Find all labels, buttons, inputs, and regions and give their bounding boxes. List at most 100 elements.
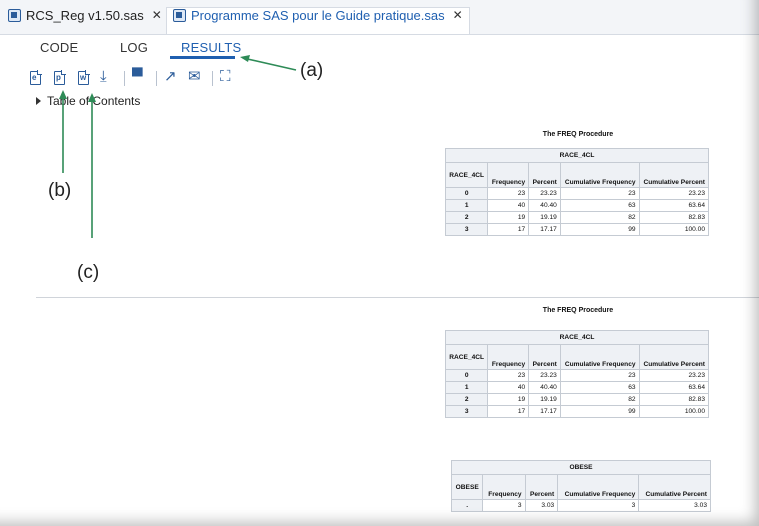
- toolbar-separator: [212, 70, 213, 86]
- fullscreen-icon[interactable]: ⛶: [220, 68, 236, 86]
- table-cell: 99: [559, 223, 640, 236]
- column-header: Cumulative Frequency: [559, 162, 640, 188]
- results-toolbar: e p w ⤓ ▀ ↗ ✉ ⛶: [28, 68, 244, 88]
- email-icon[interactable]: ✉: [188, 68, 204, 86]
- table-cell: 99: [559, 405, 640, 418]
- toolbar-separator: [156, 70, 157, 86]
- toolbar-separator: [124, 70, 125, 86]
- row-label: 1: [444, 199, 489, 212]
- table-cell: 23: [559, 187, 640, 200]
- table-cell: 19.19: [528, 211, 561, 224]
- column-header: Percent: [524, 474, 559, 500]
- table-variable-header: RACE_4CL: [445, 148, 709, 163]
- row-label: 0: [444, 369, 489, 382]
- view-tabs: CODE LOG RESULTS: [0, 36, 759, 58]
- section-divider: [36, 297, 759, 298]
- row-label: 2: [444, 393, 489, 406]
- tab-programme-sas[interactable]: Programme SAS pour le Guide pratique.sas…: [166, 7, 470, 34]
- column-header: Cumulative Percent: [638, 474, 711, 500]
- tab-log[interactable]: LOG: [120, 40, 148, 55]
- close-icon[interactable]: ✕: [453, 8, 463, 22]
- column-header: Cumulative Frequency: [559, 344, 640, 370]
- table-row: 0 23 23.23 23 23.23: [444, 187, 710, 200]
- row-label: .: [450, 499, 484, 512]
- rtf-doc-icon[interactable]: w: [76, 70, 92, 86]
- table-row: 1 40 40.40 63 63.64: [444, 199, 710, 212]
- tab-results[interactable]: RESULTS: [181, 40, 241, 55]
- table-cell: 63: [559, 381, 640, 394]
- table-row: . 3 3.03 3 3.03: [450, 499, 711, 512]
- column-header: Percent: [528, 344, 561, 370]
- table-row: 0 23 23.23 23 23.23: [444, 369, 710, 382]
- table-row: 1 40 40.40 63 63.64: [444, 381, 710, 394]
- html-doc-icon[interactable]: e: [28, 70, 44, 86]
- column-header: Cumulative Frequency: [557, 474, 640, 500]
- row-label: 1: [444, 381, 489, 394]
- freq-table-obese: OBESE OBESE Frequency Percent Cumulative…: [450, 460, 711, 512]
- table-cell: 63.64: [638, 381, 710, 394]
- table-cell: 3: [557, 499, 640, 512]
- procedure-title: The FREQ Procedure: [542, 307, 614, 314]
- sas-studio-window: RCS_Reg v1.50.sas ✕ Programme SAS pour l…: [0, 0, 759, 526]
- expand-icon[interactable]: ↗: [164, 68, 180, 86]
- table-cell: 100.00: [638, 223, 710, 236]
- table-cell: 19: [487, 393, 530, 406]
- sas-file-icon: [173, 9, 186, 22]
- row-label: 3: [444, 405, 489, 418]
- table-cell: 3.03: [638, 499, 711, 512]
- active-tab-indicator: [170, 56, 235, 59]
- row-label: 0: [444, 187, 489, 200]
- sas-file-icon: [8, 9, 21, 22]
- column-header: RACE_4CL: [444, 162, 489, 188]
- table-row: 2 19 19.19 82 82.83: [444, 211, 710, 224]
- column-header: OBESE: [450, 474, 484, 500]
- table-cell: 82: [559, 393, 640, 406]
- table-cell: 40: [487, 199, 530, 212]
- editor-tab-bar: RCS_Reg v1.50.sas ✕ Programme SAS pour l…: [0, 0, 759, 35]
- annotation-c-label: (c): [77, 262, 100, 283]
- table-cell: 3.03: [524, 499, 559, 512]
- toc-label: Table of Contents: [47, 94, 141, 108]
- table-row: 3 17 17.17 99 100.00: [444, 405, 710, 418]
- column-header: Frequency: [487, 162, 530, 188]
- table-cell: 17: [487, 223, 530, 236]
- tab-title: RCS_Reg v1.50.sas: [26, 8, 144, 23]
- column-header: Frequency: [487, 344, 530, 370]
- column-header: Frequency: [482, 474, 526, 500]
- table-cell: 17.17: [528, 405, 561, 418]
- column-header: Cumulative Percent: [638, 162, 710, 188]
- tab-rcs-reg[interactable]: RCS_Reg v1.50.sas ✕: [8, 8, 162, 34]
- row-label: 2: [444, 211, 489, 224]
- table-cell: 82.83: [638, 393, 710, 406]
- table-cell: 63: [559, 199, 640, 212]
- table-cell: 40: [487, 381, 530, 394]
- table-cell: 23.23: [528, 187, 561, 200]
- table-cell: 82.83: [638, 211, 710, 224]
- table-cell: 40.40: [528, 199, 561, 212]
- table-cell: 23.23: [528, 369, 561, 382]
- column-header: Cumulative Percent: [638, 344, 710, 370]
- table-cell: 3: [482, 499, 526, 512]
- column-header: RACE_4CL: [444, 344, 489, 370]
- table-cell: 17: [487, 405, 530, 418]
- close-icon[interactable]: ✕: [152, 8, 162, 22]
- pdf-doc-icon[interactable]: p: [52, 70, 68, 86]
- tab-title: Programme SAS pour le Guide pratique.sas: [191, 8, 445, 23]
- print-icon[interactable]: ▀: [132, 68, 148, 86]
- table-cell: 82: [559, 211, 640, 224]
- annotation-a-label: (a): [300, 60, 324, 81]
- table-cell: 19.19: [528, 393, 561, 406]
- table-cell: 23.23: [638, 187, 710, 200]
- table-of-contents-toggle[interactable]: Table of Contents: [36, 94, 140, 108]
- arrow-a: [242, 57, 297, 71]
- table-row: 2 19 19.19 82 82.83: [444, 393, 710, 406]
- table-variable-header: OBESE: [451, 460, 711, 475]
- table-row: 3 17 17.17 99 100.00: [444, 223, 710, 236]
- tab-code[interactable]: CODE: [40, 40, 78, 55]
- freq-table-race-4cl: RACE_4CL RACE_4CL Frequency Percent Cumu…: [444, 330, 710, 418]
- table-cell: 23: [559, 369, 640, 382]
- download-icon[interactable]: ⤓: [100, 68, 116, 86]
- table-cell: 23.23: [638, 369, 710, 382]
- table-variable-header: RACE_4CL: [445, 330, 709, 345]
- table-cell: 63.64: [638, 199, 710, 212]
